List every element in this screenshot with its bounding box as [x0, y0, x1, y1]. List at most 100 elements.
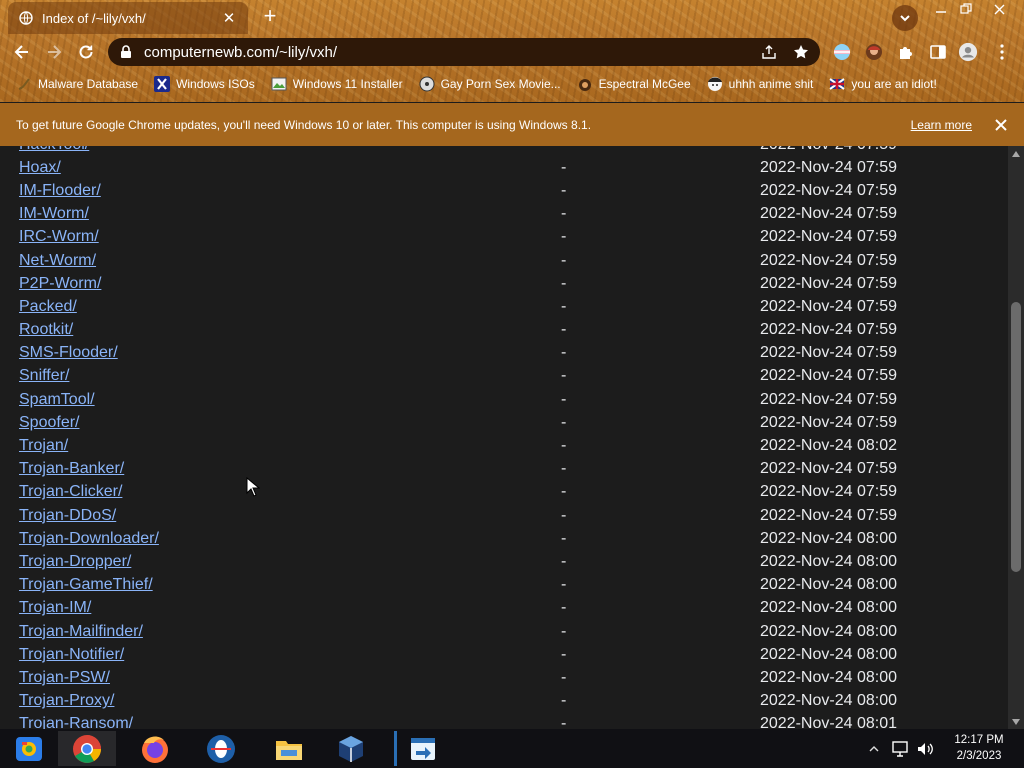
reload-button[interactable] — [74, 40, 98, 64]
bookmark-anime[interactable]: uhhh anime shit — [707, 76, 813, 92]
bookmark-espectral-mcgee[interactable]: Espectral McGee — [577, 76, 691, 92]
table-row: Trojan-IM/ - 2022-Nov-24 08:00 — [0, 597, 1008, 620]
modified-date-cell: 2022-Nov-24 07:59 — [760, 344, 897, 362]
directory-link[interactable]: Trojan-Dropper/ — [19, 553, 131, 571]
directory-link[interactable]: Spoofer/ — [19, 414, 79, 432]
table-row: Trojan/ - 2022-Nov-24 08:02 — [0, 434, 1008, 457]
size-cell: - — [561, 146, 566, 154]
directory-link[interactable]: Trojan-Clicker/ — [19, 483, 122, 501]
directory-link[interactable]: SMS-Flooder/ — [19, 344, 118, 362]
extension-avatar-icon[interactable] — [864, 42, 884, 62]
bookmark-you-are-an-idiot[interactable]: you are an idiot! — [829, 76, 937, 92]
table-row: Net-Worm/ - 2022-Nov-24 07:59 — [0, 249, 1008, 272]
directory-link[interactable]: Trojan-GameThief/ — [19, 576, 153, 594]
modified-date-cell: 2022-Nov-24 07:59 — [760, 413, 897, 431]
scrollbar-thumb[interactable] — [1011, 302, 1021, 572]
taskbar-app-chrome-remote-desktop[interactable] — [0, 731, 58, 766]
size-cell: - — [561, 645, 567, 663]
bookmark-movie-site[interactable]: Gay Porn Sex Movie... — [419, 76, 561, 92]
directory-link[interactable]: Trojan/ — [19, 437, 68, 455]
directory-link[interactable]: HackTool/ — [19, 146, 89, 154]
taskbar-app-opera[interactable] — [192, 731, 250, 766]
vertical-scrollbar[interactable] — [1008, 146, 1024, 730]
directory-link[interactable]: IRC-Worm/ — [19, 228, 99, 246]
directory-link[interactable]: Trojan-Banker/ — [19, 460, 124, 478]
minimize-button[interactable] — [928, 0, 954, 18]
url-text[interactable]: computernewb.com/~lily/vxh/ — [144, 44, 746, 61]
infobar-close-icon[interactable] — [994, 118, 1008, 132]
modified-date-cell: 2022-Nov-24 07:59 — [760, 158, 897, 176]
size-cell: - — [561, 552, 567, 570]
scroll-down-icon[interactable] — [1012, 719, 1020, 725]
directory-link[interactable]: Trojan-DDoS/ — [19, 507, 116, 525]
directory-link[interactable]: Net-Worm/ — [19, 252, 96, 270]
side-panel-icon[interactable] — [928, 42, 948, 62]
update-infobar: To get future Google Chrome updates, you… — [0, 103, 1024, 146]
directory-link[interactable]: SpamTool/ — [19, 391, 95, 409]
disc-icon — [419, 76, 435, 92]
taskbar-app-virtualbox[interactable] — [322, 731, 380, 766]
extensions-puzzle-icon[interactable] — [896, 42, 916, 62]
directory-link[interactable]: Rootkit/ — [19, 321, 73, 339]
directory-link[interactable]: Trojan-Ransom/ — [19, 715, 133, 730]
share-icon[interactable] — [760, 43, 778, 61]
modified-date-cell: 2022-Nov-24 08:00 — [760, 529, 897, 547]
directory-link[interactable]: IM-Worm/ — [19, 205, 89, 223]
scroll-up-icon[interactable] — [1012, 151, 1020, 157]
directory-link[interactable]: P2P-Worm/ — [19, 275, 101, 293]
directory-link[interactable]: Sniffer/ — [19, 367, 69, 385]
modified-date-cell: 2022-Nov-24 07:59 — [760, 251, 897, 269]
directory-link[interactable]: Trojan-Notifier/ — [19, 646, 124, 664]
arrow-right-icon — [48, 45, 62, 59]
directory-link[interactable]: Trojan-Proxy/ — [19, 692, 114, 710]
volume-icon[interactable] — [916, 729, 934, 768]
size-cell: - — [561, 460, 567, 478]
pepper-icon — [577, 76, 593, 92]
bookmark-windows-isos[interactable]: Windows ISOs — [154, 76, 255, 92]
learn-more-link[interactable]: Learn more — [911, 118, 972, 132]
table-row: Trojan-Clicker/ - 2022-Nov-24 07:59 — [0, 481, 1008, 504]
taskbar-app-firefox[interactable] — [126, 731, 184, 766]
modified-date-cell: 2022-Nov-24 07:59 — [760, 367, 897, 385]
table-row: Sniffer/ - 2022-Nov-24 07:59 — [0, 365, 1008, 388]
bookmark-label: Windows ISOs — [176, 77, 255, 91]
chrome-remote-desktop-icon — [16, 736, 42, 761]
extension-flag-icon[interactable] — [832, 42, 852, 62]
bookmark-star-icon[interactable] — [792, 43, 810, 61]
tab-search-button[interactable] — [892, 5, 918, 31]
taskbar-app-file-explorer[interactable] — [260, 731, 318, 766]
network-icon[interactable] — [892, 729, 910, 768]
bookmark-windows-11-installer[interactable]: Windows 11 Installer — [271, 76, 403, 92]
directory-link[interactable]: Trojan-PSW/ — [19, 669, 110, 687]
new-tab-button[interactable]: + — [258, 5, 282, 29]
directory-link[interactable]: IM-Flooder/ — [19, 182, 101, 200]
tray-expand-icon[interactable] — [869, 729, 883, 768]
system-clock[interactable]: 12:17 PM 2/3/2023 — [944, 732, 1014, 764]
directory-link[interactable]: Trojan-IM/ — [19, 599, 91, 617]
modified-date-cell: 2022-Nov-24 08:00 — [760, 668, 897, 686]
taskbar-app-anydesk[interactable] — [394, 731, 452, 766]
taskbar-app-chrome[interactable] — [58, 731, 116, 766]
size-cell: - — [561, 251, 567, 269]
lock-icon[interactable] — [118, 44, 134, 60]
forward-button[interactable] — [42, 40, 66, 64]
back-button[interactable] — [10, 40, 34, 64]
bookmark-malware-database[interactable]: Malware Database — [16, 76, 138, 92]
profile-icon[interactable] — [958, 42, 978, 62]
size-cell: - — [561, 344, 567, 362]
table-row: IM-Flooder/ - 2022-Nov-24 07:59 — [0, 179, 1008, 202]
table-row: Rootkit/ - 2022-Nov-24 07:59 — [0, 319, 1008, 342]
menu-kebab-icon[interactable] — [992, 42, 1012, 62]
active-tab[interactable]: Index of /~lily/vxh/ ✕ — [8, 2, 248, 34]
address-bar[interactable]: computernewb.com/~lily/vxh/ — [108, 38, 820, 66]
directory-link[interactable]: Hoax/ — [19, 159, 61, 177]
directory-link[interactable]: Trojan-Downloader/ — [19, 530, 159, 548]
close-window-button[interactable] — [985, 0, 1013, 18]
page-viewport: HackTool/ - 2022-Nov-24 07:59 Hoax/ - 2022-No… — [0, 146, 1008, 730]
directory-link[interactable]: Trojan-Mailfinder/ — [19, 623, 143, 641]
tab-close-icon[interactable]: ✕ — [220, 9, 238, 27]
restore-button[interactable] — [953, 0, 979, 18]
directory-link[interactable]: Packed/ — [19, 298, 77, 316]
firefox-icon — [142, 735, 168, 763]
table-row: Packed/ - 2022-Nov-24 07:59 — [0, 295, 1008, 318]
